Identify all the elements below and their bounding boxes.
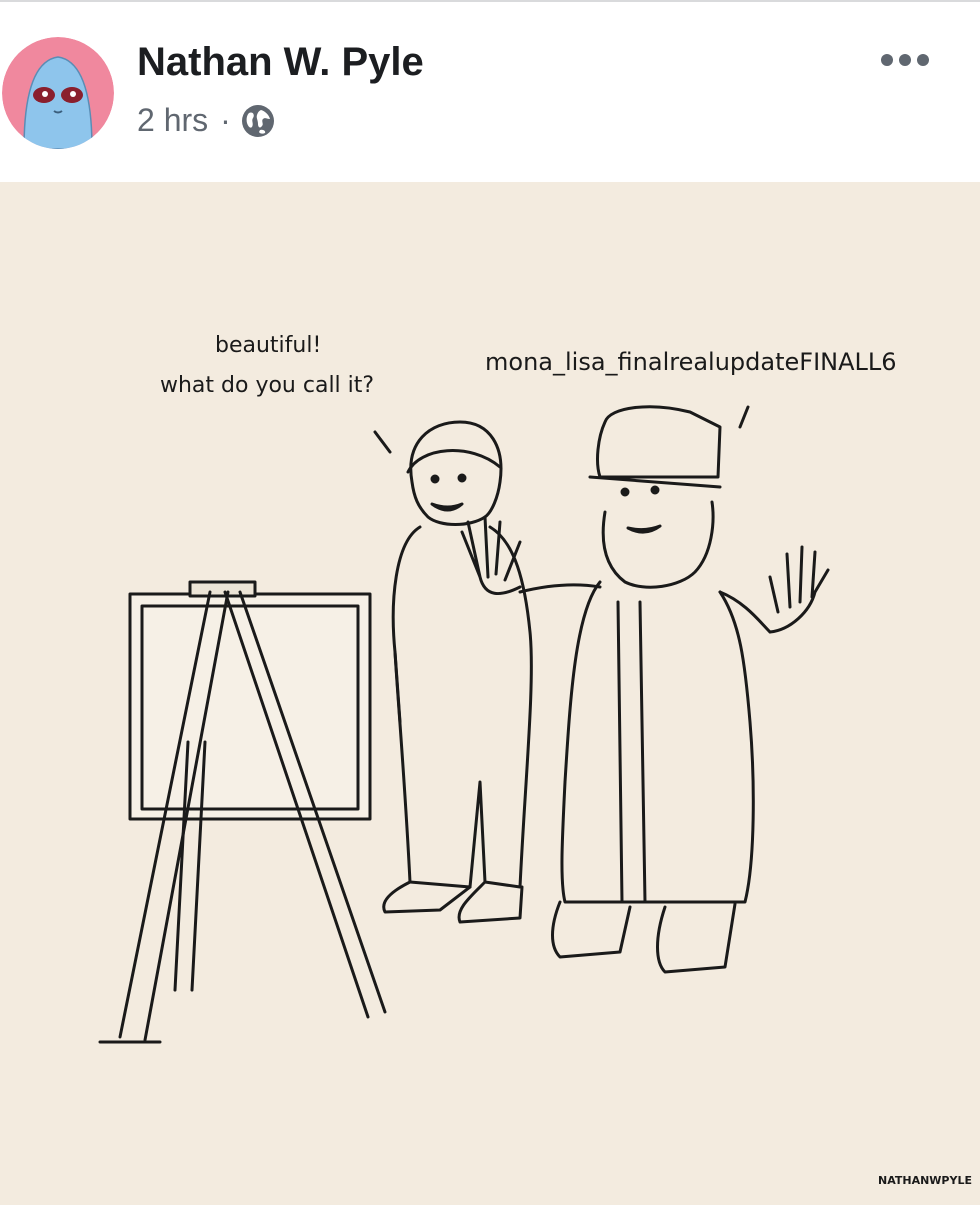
post-timestamp[interactable]: 2 hrs <box>137 102 208 139</box>
meta-separator: · <box>220 102 231 138</box>
author-name[interactable]: Nathan W. Pyle <box>137 40 424 85</box>
globe-icon[interactable] <box>241 104 275 138</box>
post-header: Nathan W. Pyle 2 hrs · <box>0 2 980 182</box>
speech-left-line1: beautiful! <box>215 333 321 358</box>
artist-signature: NATHANWPYLE <box>878 1174 972 1187</box>
post-meta: 2 hrs · <box>137 102 275 139</box>
speech-left-line2: what do you call it? <box>160 373 374 398</box>
more-options-icon[interactable] <box>875 40 935 80</box>
author-avatar[interactable] <box>2 37 114 149</box>
comic-image: beautiful! what do you call it? mona_lis… <box>0 182 980 1200</box>
speech-right: mona_lisa_finalrealupdateFINALL6 <box>485 348 897 376</box>
